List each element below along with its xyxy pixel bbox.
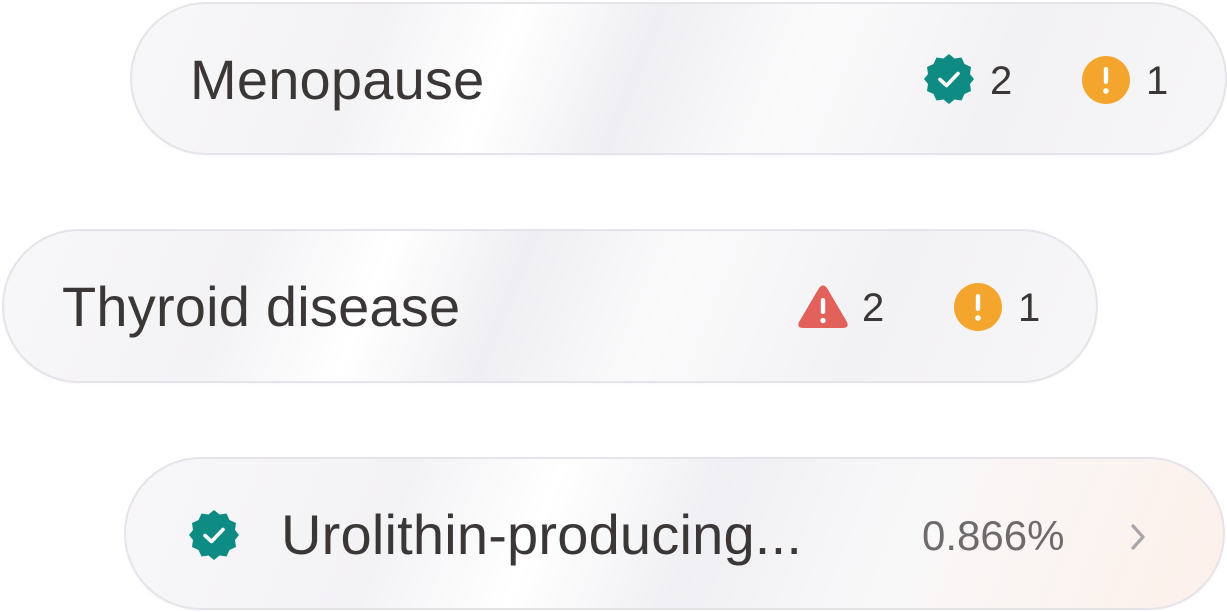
list-item-menopause[interactable]: Menopause 2 1 (130, 2, 1227, 155)
percentage-value: 0.866% (922, 512, 1065, 559)
alert-triangle-icon (798, 285, 848, 328)
list-item-thyroid-disease[interactable]: Thyroid disease 2 1 (2, 229, 1098, 383)
warning-circle-icon (954, 283, 1002, 331)
verified-check-icon (924, 54, 974, 104)
alert-count: 2 (862, 286, 885, 330)
warning-count: 1 (1146, 59, 1169, 103)
item-label: Menopause (190, 48, 485, 111)
warning-circle-icon (1082, 56, 1130, 104)
list-item-urolithin-producing[interactable]: Urolithin-producing... 0.866% (124, 457, 1225, 610)
item-label: Thyroid disease (62, 275, 461, 338)
chevron-right-icon[interactable] (1127, 522, 1149, 552)
verified-count: 2 (990, 59, 1013, 103)
verified-check-icon (189, 510, 239, 560)
item-label: Urolithin-producing... (281, 503, 803, 566)
warning-count: 1 (1018, 286, 1041, 330)
